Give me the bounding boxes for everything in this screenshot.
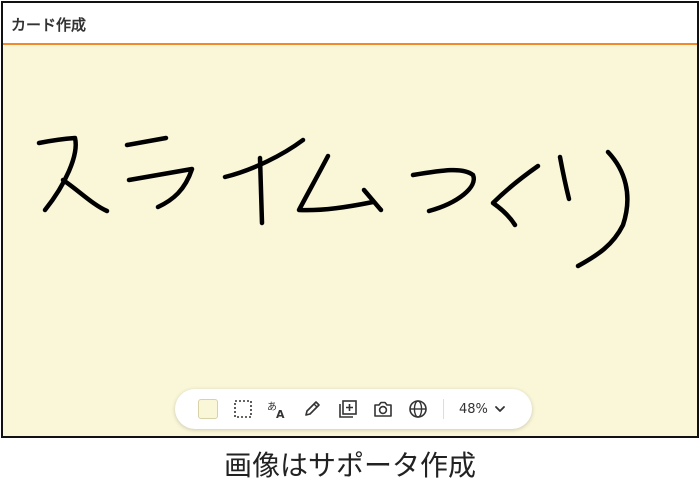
image-caption: 画像はサポータ作成 [223,449,476,482]
handwritten-text-drawing [36,135,630,269]
pen-icon [305,401,320,416]
zoom-value: 48% [459,401,488,417]
selection-tool-button[interactable] [232,398,254,420]
card-editor-window: カード作成 あ A 48% [1,1,699,438]
camera-icon [374,401,392,417]
drawing-canvas[interactable] [3,45,697,436]
add-card-icon [339,400,357,418]
text-tool-button[interactable]: あ A [266,398,288,420]
dotted-select-icon [234,400,252,418]
zoom-select[interactable]: 48% [459,398,506,420]
svg-text:A: A [276,408,285,420]
toolbar-divider [443,399,444,419]
add-card-button[interactable] [337,398,359,420]
header-bar: カード作成 [3,3,697,45]
web-button[interactable] [407,398,429,420]
chevron-down-icon [495,406,505,412]
text-icon: あ A [267,401,285,420]
color-swatch-icon [198,399,218,419]
camera-button[interactable] [372,398,394,420]
background-color-button[interactable] [197,398,219,420]
bottom-toolbar: あ A 48% [175,389,532,429]
pen-tool-button[interactable] [301,398,323,420]
window-title: カード作成 [11,16,87,34]
globe-icon [409,400,427,418]
